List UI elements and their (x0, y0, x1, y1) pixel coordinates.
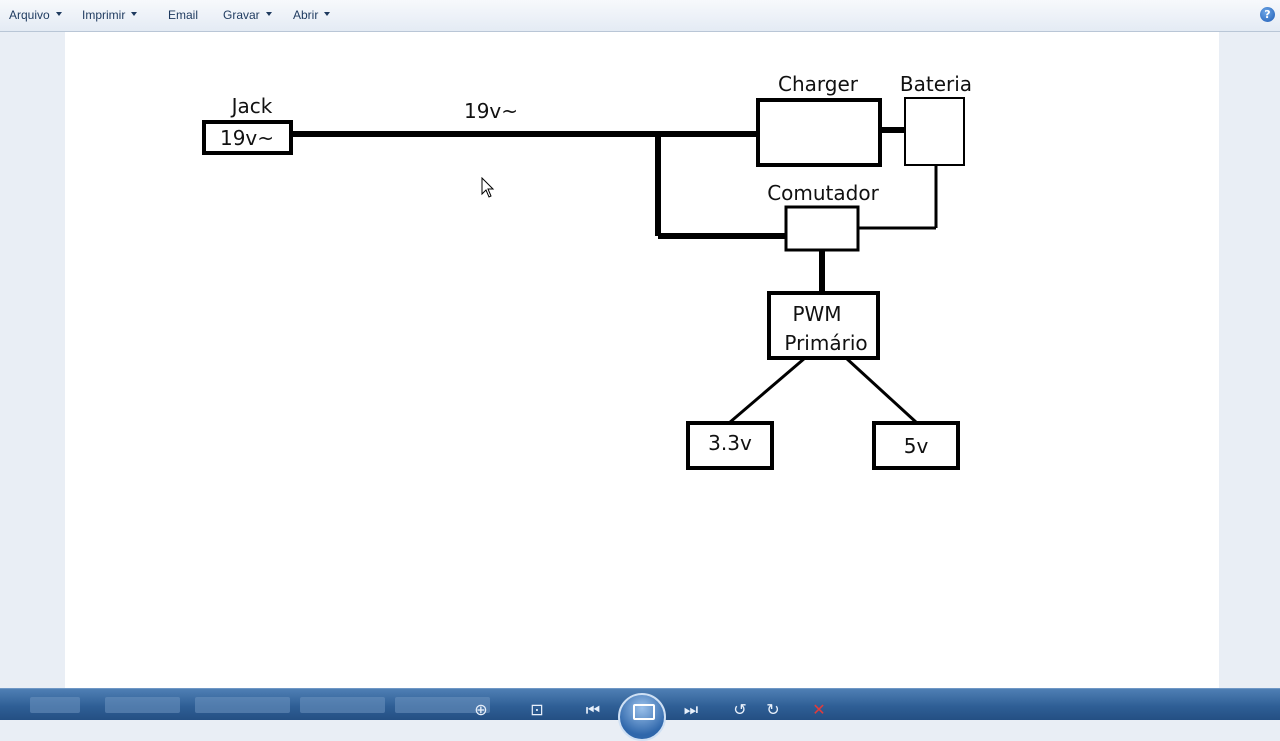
diagram-boxes (202, 97, 965, 470)
previous-icon[interactable]: ⏮ (582, 699, 604, 721)
zoom-icon[interactable]: ⊕ (470, 699, 492, 721)
menu-arquivo-label: Arquivo (9, 8, 50, 22)
charger-box (756, 98, 882, 167)
menu-gravar-label: Gravar (223, 8, 260, 22)
chevron-down-icon (55, 11, 62, 16)
rotate-left-icon[interactable]: ↺ (729, 699, 751, 721)
viewer-toolbar: ⊕ ⊡ ⏮ ⏭ ↺ ↻ ✕ (0, 688, 1280, 741)
thumbnail-strip-item (105, 697, 180, 713)
comutador-label: Comutador (767, 181, 879, 205)
charger-label: Charger (778, 72, 859, 96)
menu-imprimir-label: Imprimir (82, 8, 126, 22)
bateria-label: Bateria (900, 72, 972, 96)
jack-title: Jack (230, 94, 273, 118)
pwm-5-wire (844, 356, 919, 425)
menu-imprimir[interactable]: Imprimir (82, 8, 138, 26)
bateria-box (904, 97, 965, 166)
thumbnail-strip-item (195, 697, 290, 713)
menu-gravar[interactable]: Gravar (223, 8, 272, 26)
help-icon[interactable]: ? (1260, 7, 1275, 22)
chevron-down-icon (131, 11, 138, 16)
chevron-down-icon (324, 11, 331, 16)
thumbnail-strip-item (300, 697, 385, 713)
comutador-box (784, 205, 860, 252)
jack-value: 19v~ (220, 126, 274, 150)
menu-email[interactable]: Email (168, 8, 198, 26)
menu-bar: Arquivo Imprimir Email Gravar Abrir ? (0, 0, 1280, 32)
mouse-cursor-icon (481, 177, 495, 198)
menu-abrir[interactable]: Abrir (293, 8, 331, 26)
viewer-controls: ⊕ ⊡ ⏮ ⏭ ↺ ↻ ✕ (442, 689, 842, 741)
menu-arquivo[interactable]: Arquivo (9, 8, 62, 26)
rotate-right-icon[interactable]: ↻ (762, 699, 784, 721)
block-diagram: Jack 19v~ 19v~ Charger Bateria Comutador… (202, 72, 972, 470)
image-viewer: Jack 19v~ 19v~ Charger Bateria Comutador… (0, 32, 1280, 688)
pwm-label-line2: Primário (784, 331, 867, 355)
slideshow-icon[interactable] (618, 693, 666, 741)
image-canvas: Jack 19v~ 19v~ Charger Bateria Comutador… (65, 32, 1219, 688)
pwm-33-wire (728, 356, 806, 425)
slideshow-screen-icon (633, 704, 655, 720)
next-icon[interactable]: ⏭ (680, 699, 702, 721)
output-5-label: 5v (904, 434, 929, 458)
menu-email-label: Email (168, 8, 199, 22)
thumbnail-strip-item (30, 697, 80, 713)
fit-window-icon[interactable]: ⊡ (526, 699, 548, 721)
chevron-down-icon (265, 11, 272, 16)
delete-icon[interactable]: ✕ (808, 699, 830, 721)
diagram-wires (291, 127, 938, 425)
pwm-label-line1: PWM (792, 302, 841, 326)
menu-abrir-label: Abrir (293, 8, 319, 22)
output-33-label: 3.3v (708, 431, 752, 455)
line-voltage-label: 19v~ (464, 99, 518, 123)
